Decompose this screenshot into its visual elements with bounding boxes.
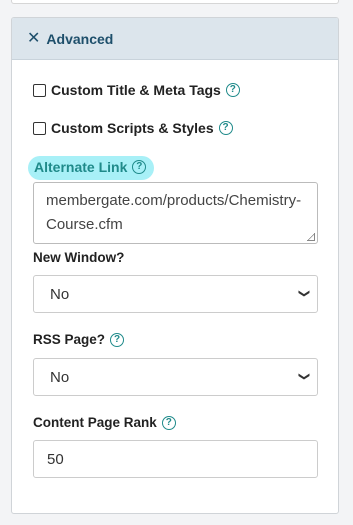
new-window-value: No — [50, 285, 70, 303]
rss-page-label: RSS Page? ? — [33, 332, 125, 347]
previous-card-edge — [11, 0, 339, 4]
advanced-panel-header[interactable]: ✕ Advanced — [12, 18, 338, 60]
content-page-rank-value: 50 — [47, 450, 64, 468]
rss-page-label-text: RSS Page? — [33, 332, 106, 347]
help-icon[interactable]: ? — [132, 160, 147, 174]
custom-title-meta-row: Custom Title & Meta Tags ? — [33, 82, 240, 98]
rss-page-value: No — [50, 368, 70, 386]
new-window-select[interactable]: No ❯ — [33, 275, 318, 313]
alternate-link-label-text: Alternate Link — [34, 159, 128, 175]
advanced-panel: ✕ Advanced Custom Title & Meta Tags ? Cu… — [11, 17, 339, 514]
content-page-rank-label: Content Page Rank ? — [33, 415, 176, 430]
help-icon[interactable]: ? — [218, 121, 233, 135]
help-icon[interactable]: ? — [225, 83, 240, 97]
custom-scripts-styles-row: Custom Scripts & Styles ? — [33, 120, 233, 136]
content-page-rank-label-text: Content Page Rank — [33, 415, 157, 430]
panel-title: Advanced — [46, 30, 114, 47]
rss-page-select[interactable]: No ❯ — [33, 358, 318, 396]
content-page-rank-input[interactable]: 50 — [33, 440, 318, 478]
custom-scripts-styles-checkbox[interactable] — [33, 121, 46, 135]
custom-title-meta-label: Custom Title & Meta Tags — [51, 82, 221, 98]
resize-grip-icon[interactable] — [307, 233, 315, 241]
custom-title-meta-checkbox[interactable] — [33, 83, 46, 97]
chevron-down-icon: ❯ — [297, 371, 310, 382]
help-icon[interactable]: ? — [110, 332, 125, 347]
close-icon[interactable]: ✕ — [27, 30, 40, 47]
new-window-label-text: New Window? — [33, 250, 125, 265]
alternate-link-value: membergate.com/products/Chemistry-Course… — [46, 192, 302, 233]
alternate-link-label: Alternate Link ? — [28, 156, 155, 180]
chevron-down-icon: ❯ — [297, 288, 310, 299]
alternate-link-textarea[interactable]: membergate.com/products/Chemistry-Course… — [33, 182, 318, 244]
help-icon[interactable]: ? — [161, 415, 176, 430]
custom-scripts-styles-label: Custom Scripts & Styles — [51, 120, 214, 136]
new-window-label: New Window? — [33, 250, 124, 265]
